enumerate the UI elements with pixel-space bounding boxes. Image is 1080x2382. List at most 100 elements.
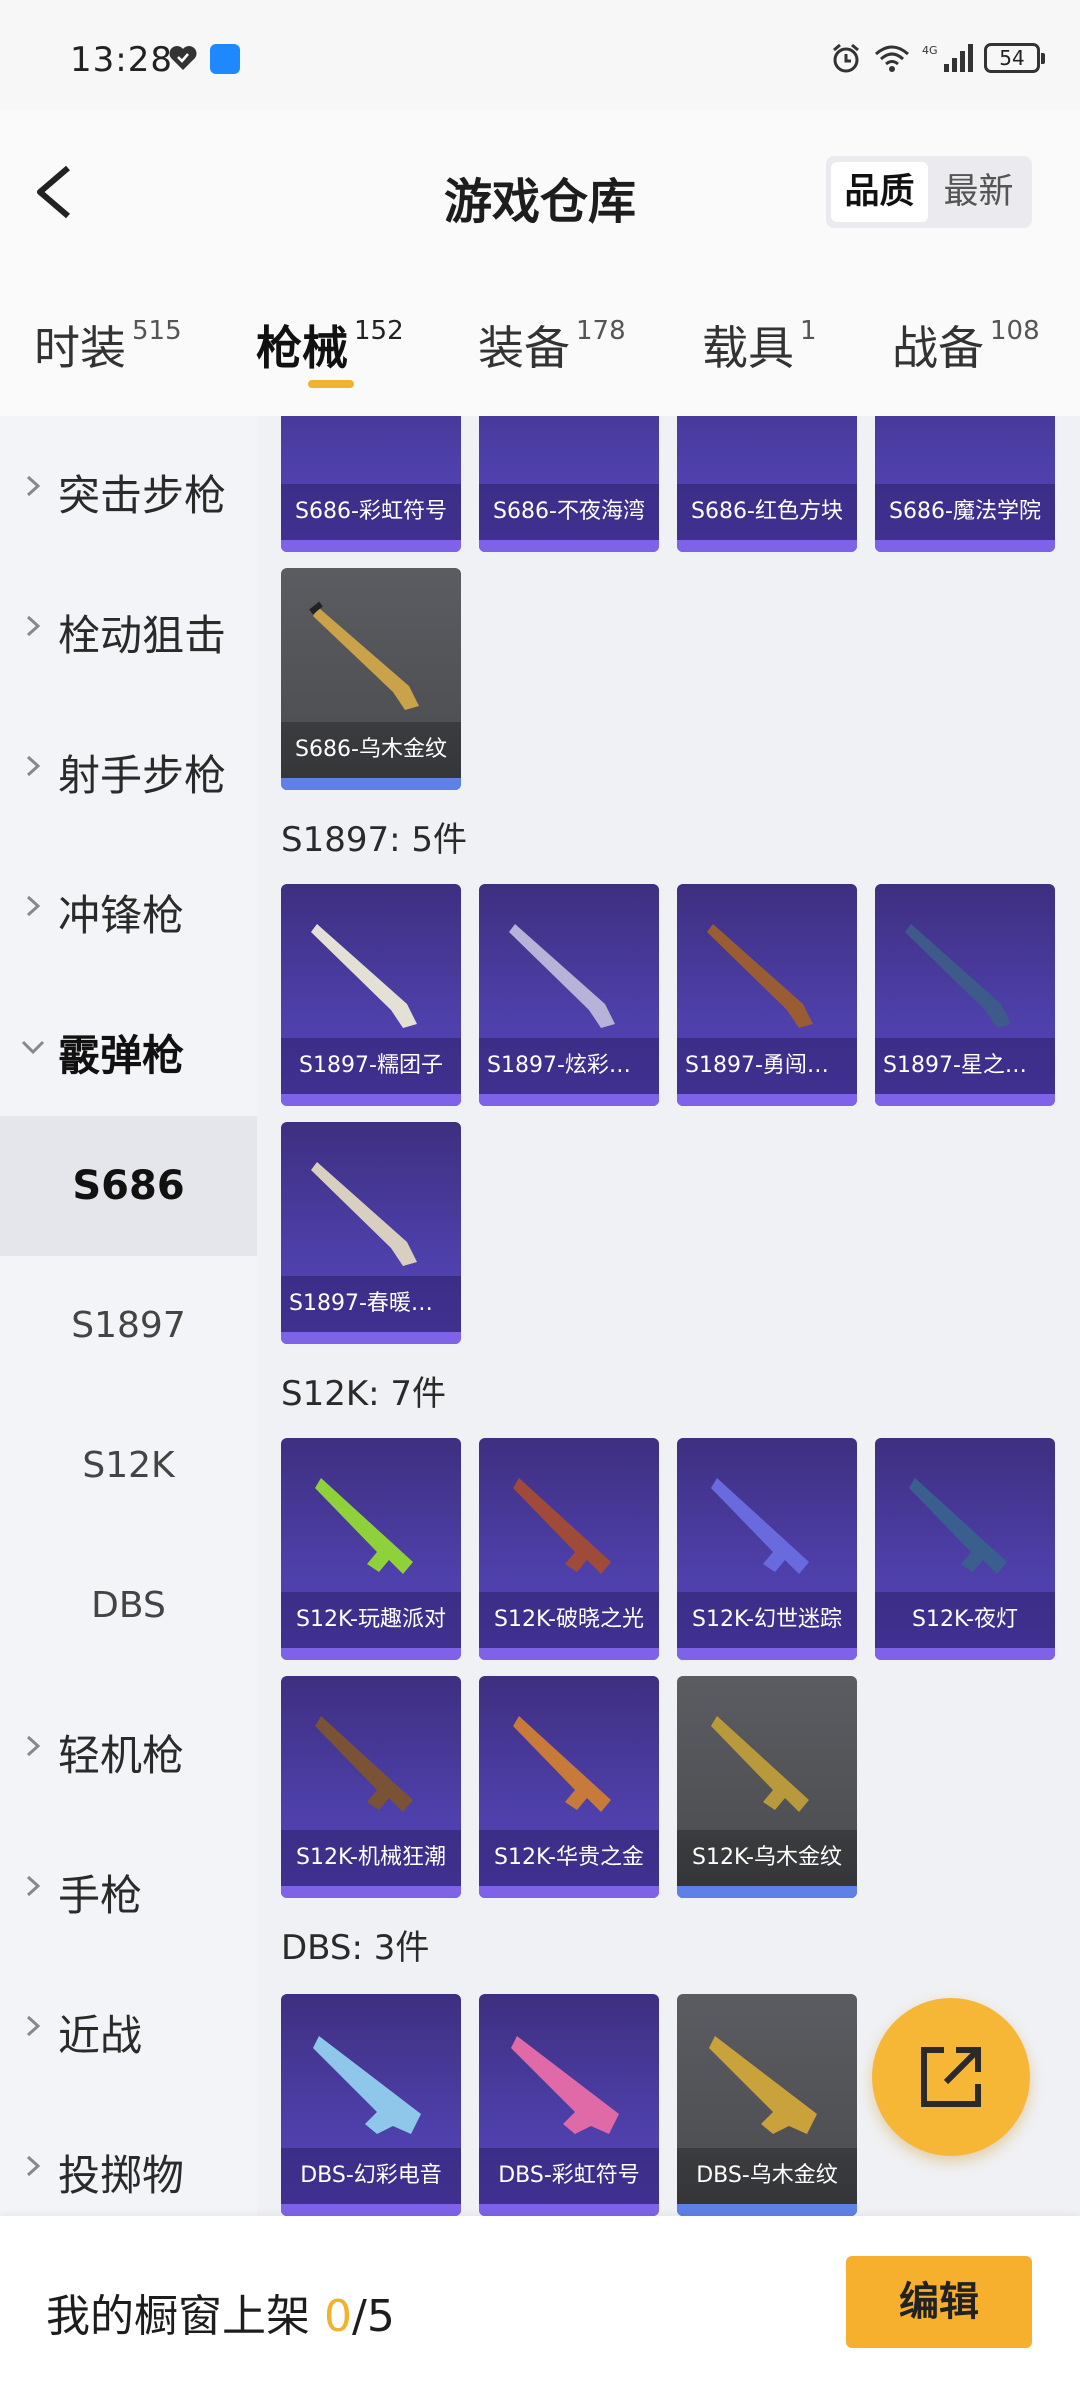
item-name: S1897-星之轨迹 [875, 1038, 1055, 1094]
sidebar-item-marksman-rifle[interactable]: 射手步枪 [0, 696, 257, 836]
tab-count: 515 [132, 316, 182, 346]
status-time: 13:28 [70, 40, 173, 80]
group-title: S1897: 5件 [281, 820, 468, 860]
sidebar-item-label: 栓动狙击 [58, 611, 227, 660]
tab-equipment[interactable]: 装备 178 [478, 312, 626, 378]
wifi-icon [875, 45, 909, 72]
tab-label: 时装 [34, 321, 126, 375]
showcase-current-count: 0 [324, 2291, 352, 2342]
battery-icon: 54 [984, 43, 1045, 73]
header: 游戏仓库 品质 最新 [0, 110, 1080, 270]
rarity-bar [281, 1332, 461, 1344]
chevron-right-icon [26, 615, 41, 637]
cell-signal-icon: 4G [922, 44, 973, 72]
item-name: S1897-春暖花开 [281, 1276, 461, 1332]
item-card[interactable]: S12K-玩趣派对 [281, 1438, 461, 1660]
sidebar-item-label: 轻机枪 [58, 1731, 185, 1780]
sort-quality-button[interactable]: 品质 [831, 162, 928, 222]
sidebar-item-assault-rifle[interactable]: 突击步枪 [0, 416, 257, 556]
chevron-right-icon [26, 1875, 41, 1897]
rarity-bar [677, 2204, 857, 2216]
item-name: S1897-炫彩涂鸦 [479, 1038, 659, 1094]
rarity-bar [479, 540, 659, 552]
tab-label: 装备 [478, 321, 570, 375]
rarity-bar [479, 1886, 659, 1898]
tab-supplies[interactable]: 战备 108 [892, 312, 1040, 378]
rifle-icon [909, 1478, 1007, 1574]
shotgun-icon [709, 2036, 817, 2134]
item-name: S686-乌木金纹 [281, 722, 461, 778]
chevron-right-icon [26, 2015, 41, 2037]
item-card[interactable]: S686-魔法学院 [875, 416, 1055, 552]
edit-button[interactable]: 编辑 [846, 2256, 1032, 2348]
sidebar-item-smg[interactable]: 冲锋枪 [0, 836, 257, 976]
chevron-down-icon [21, 1040, 45, 1055]
network-type-label: 4G [922, 44, 938, 57]
item-card[interactable]: S686-乌木金纹 [281, 568, 461, 790]
item-card[interactable]: S12K-幻世迷踪 [677, 1438, 857, 1660]
rarity-bar [677, 1094, 857, 1106]
item-card[interactable]: S1897-炫彩涂鸦 [479, 884, 659, 1106]
chevron-right-icon [26, 2155, 41, 2177]
tab-fashion[interactable]: 时装 515 [34, 312, 182, 378]
item-name: S1897-糯团子 [281, 1038, 461, 1094]
chevron-right-icon [26, 755, 41, 777]
shotgun-icon [707, 924, 813, 1028]
sidebar-item-lmg[interactable]: 轻机枪 [0, 1676, 257, 1816]
item-card[interactable]: S1897-糯团子 [281, 884, 461, 1106]
app-notification-icon [210, 44, 240, 74]
share-fab-button[interactable] [872, 1998, 1030, 2156]
item-card[interactable]: S12K-乌木金纹 [677, 1676, 857, 1898]
item-card[interactable]: S686-彩虹符号 [281, 416, 461, 552]
tab-vehicles[interactable]: 载具 1 [702, 312, 817, 378]
rarity-bar [281, 2204, 461, 2216]
item-card[interactable]: S1897-星之轨迹 [875, 884, 1055, 1106]
sidebar-sub-s686[interactable]: S686 [0, 1116, 257, 1256]
sidebar-sub-s1897[interactable]: S1897 [0, 1256, 257, 1396]
weapon-category-sidebar: 突击步枪 栓动狙击 射手步枪 冲锋枪 霰弹枪 S686 S1897 S12K D… [0, 416, 257, 2216]
item-card[interactable]: S1897-春暖花开 [281, 1122, 461, 1344]
item-card[interactable]: S686-不夜海湾 [479, 416, 659, 552]
sidebar-sub-dbs[interactable]: DBS [0, 1536, 257, 1676]
item-card[interactable]: S686-红色方块 [677, 416, 857, 552]
item-card[interactable]: S12K-夜灯 [875, 1438, 1055, 1660]
item-card[interactable]: S12K-破晓之光 [479, 1438, 659, 1660]
item-card[interactable]: S12K-华贵之金 [479, 1676, 659, 1898]
item-card[interactable]: DBS-幻彩电音 [281, 1994, 461, 2216]
rarity-bar [677, 540, 857, 552]
sidebar-item-pistol[interactable]: 手枪 [0, 1816, 257, 1956]
item-card[interactable]: DBS-彩虹符号 [479, 1994, 659, 2216]
rarity-bar [677, 1886, 857, 1898]
item-name: S686-红色方块 [677, 484, 857, 540]
shotgun-icon [511, 2036, 619, 2134]
group-title: DBS: 3件 [281, 1928, 430, 1968]
external-link-icon [921, 2047, 981, 2107]
heart-icon [169, 46, 197, 70]
shotgun-icon [313, 2036, 421, 2134]
chevron-right-icon [26, 475, 41, 497]
sidebar-item-throwable[interactable]: 投掷物 [0, 2096, 257, 2216]
item-card[interactable]: S12K-机械狂潮 [281, 1676, 461, 1898]
bottom-bar: 我的橱窗上架 0/5 编辑 [0, 2216, 1080, 2382]
sidebar-item-shotgun[interactable]: 霰弹枪 [0, 976, 257, 1116]
chevron-right-icon [26, 1735, 41, 1757]
sidebar-sub-s12k[interactable]: S12K [0, 1396, 257, 1536]
sort-newest-button[interactable]: 最新 [930, 162, 1027, 222]
rifle-icon [315, 1478, 413, 1574]
tab-firearms[interactable]: 枪械 152 [256, 312, 404, 378]
tab-label: 载具 [702, 321, 794, 375]
item-name: S686-魔法学院 [875, 484, 1055, 540]
sidebar-item-label: 投掷物 [58, 2151, 185, 2200]
sidebar-item-label: 手枪 [58, 1871, 143, 1920]
showcase-counter: 我的橱窗上架 0/5 [46, 2280, 395, 2344]
sidebar-item-bolt-sniper[interactable]: 栓动狙击 [0, 556, 257, 696]
shotgun-icon [311, 924, 417, 1028]
item-card[interactable]: DBS-乌木金纹 [677, 1994, 857, 2216]
category-tabs: 时装 515 枪械 152 装备 178 载具 1 战备 108 [0, 270, 1080, 416]
item-card[interactable]: S1897-勇闯天涯 [677, 884, 857, 1106]
sidebar-item-label: 突击步枪 [58, 471, 227, 520]
chevron-right-icon [26, 895, 41, 917]
tab-count: 178 [576, 316, 626, 346]
rarity-bar [875, 540, 1055, 552]
sidebar-item-melee[interactable]: 近战 [0, 1956, 257, 2096]
